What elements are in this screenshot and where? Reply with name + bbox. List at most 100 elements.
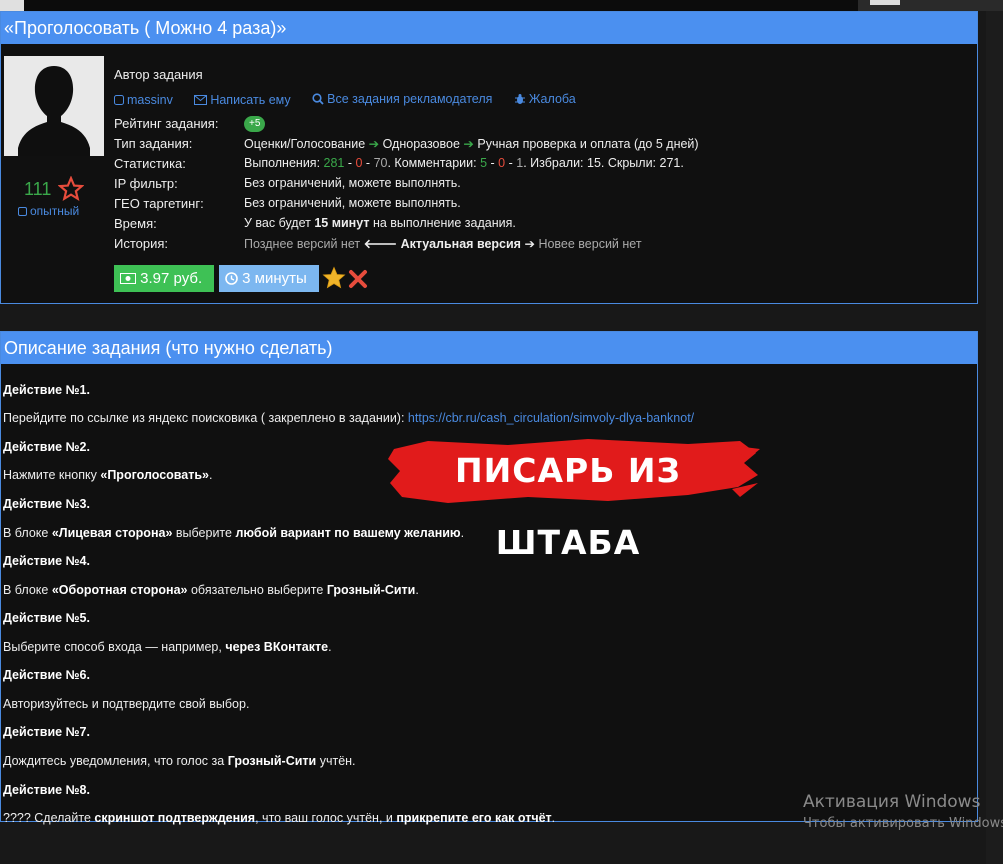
type-part-check: Ручная проверка и оплата (до 5 дней) [477, 137, 699, 151]
step-5-title: Действие №5. [3, 611, 90, 625]
step-5-pre: Выберите способ входа — например, [3, 640, 222, 654]
time-suffix: на выполнение задания. [372, 216, 516, 230]
step-1-text: Перейдите по ссылке из яндекс поисковика… [3, 411, 694, 425]
activation-title: Активация Windows [803, 792, 981, 812]
time-label: Время: [114, 216, 157, 231]
history-newer: Новее версий нет [538, 237, 642, 251]
rating-label: Рейтинг задания: [114, 116, 219, 131]
activation-subtitle: Чтобы активировать Windows [803, 816, 1003, 831]
search-icon [312, 93, 324, 105]
step-7-bold: Грозный-Сити [227, 754, 317, 768]
arrow-right-icon: ➔ [463, 137, 474, 151]
stats-done-prefix: Выполнения: [244, 156, 321, 170]
step-4-mid: обязательно выберите [190, 583, 324, 597]
windows-activation-notice: Активация Windows Чтобы активировать Win… [803, 792, 1003, 831]
step-2-text: Нажмите кнопку «Проголосовать». [3, 468, 213, 482]
author-level[interactable]: опытный [18, 204, 79, 218]
all-tasks-link[interactable]: Все задания рекламодателя [312, 92, 501, 106]
step-2-bold: «Проголосовать» [100, 468, 210, 482]
step-2-pre: Нажмите кнопку [3, 468, 97, 482]
step-3-text: В блоке «Лицевая сторона» выберите любой… [3, 526, 464, 540]
step-7-pre: Дождитесь уведомления, что голос за [3, 754, 225, 768]
watermark-banner: ПИСАРЬ ИЗ ШТАБА [388, 435, 760, 562]
step-4-title: Действие №4. [3, 554, 90, 568]
watermark-text: ПИСАРЬ ИЗ ШТАБА [455, 451, 681, 562]
step-8-mid: , что ваш голос учтён, и [255, 811, 393, 825]
type-part-frequency: Одноразовое [382, 137, 460, 151]
cbr-link[interactable]: https://cbr.ru/cash_circulation/simvoly-… [408, 411, 694, 425]
step-3-bold-1: «Лицевая сторона» [51, 526, 173, 540]
square-icon [114, 95, 124, 105]
stats-label: Статистика: [114, 156, 186, 171]
step-7-text: Дождитесь уведомления, что голос за Гроз… [3, 754, 356, 768]
history-value: Позднее версий нет 🡐 Актуальная версия ➔… [244, 236, 642, 252]
arrow-right-icon: ➔ [524, 237, 535, 251]
step-4-post: . [415, 583, 419, 597]
step-3-title: Действие №3. [3, 497, 90, 511]
step-3-pre: В блоке [3, 526, 49, 540]
geo-value: Без ограничений, можете выполнять. [244, 196, 461, 210]
arrow-left-icon: 🡐 [363, 237, 398, 251]
user-silhouette-icon [4, 56, 104, 156]
step-3-post: . [460, 526, 465, 540]
task-panel: «Проголосовать ( Можно 4 раза)» 111 опыт… [0, 11, 978, 304]
task-title: «Проголосовать ( Можно 4 раза)» [1, 12, 977, 44]
bug-icon [514, 94, 525, 104]
page-gutter [986, 11, 1003, 864]
browser-top-strip [0, 0, 1003, 11]
price-button[interactable]: 3.97 руб. [114, 265, 214, 292]
ip-filter-label: IP фильтр: [114, 176, 178, 191]
author-name-link[interactable]: massinv [114, 93, 182, 107]
step-6-text: Авторизуйтесь и подтвердите свой выбор. [3, 697, 250, 711]
time-value: У вас будет 15 минут на выполнение задан… [244, 216, 516, 230]
complaint-label: Жалоба [528, 92, 576, 106]
stats-suffix: . Избрали: 15. Скрыли: 271. [523, 156, 684, 170]
write-message-link[interactable]: Написать ему [194, 93, 299, 107]
history-label: История: [114, 236, 169, 251]
author-links: massinv Написать ему Все задания рекламо… [114, 92, 594, 108]
type-value: Оценки/Голосование ➔ Одноразовое ➔ Ручна… [244, 136, 699, 151]
step-8-post: . [551, 811, 556, 825]
stats-value: Выполнения: 281 - 0 - 70. Комментарии: 5… [244, 156, 684, 170]
step-8-title: Действие №8. [3, 783, 90, 797]
write-message-label: Написать ему [210, 93, 291, 107]
step-5-bold: через ВКонтакте [225, 640, 329, 654]
type-part-category: Оценки/Голосование [244, 137, 366, 151]
price-label: 3.97 руб. [140, 270, 203, 287]
stats-done-ok: 281 [323, 156, 345, 170]
step-4-text: В блоке «Оборотная сторона» обязательно … [3, 583, 419, 597]
author-avatar[interactable] [4, 56, 104, 156]
history-older: Позднее версий нет [244, 237, 361, 251]
rating-badge: +5 [244, 116, 266, 132]
envelope-icon [194, 95, 208, 105]
money-icon [120, 273, 136, 284]
step-4-bold-2: Грозный-Сити [326, 583, 416, 597]
step-2-title: Действие №2. [3, 440, 90, 454]
top-strip-chip [870, 0, 900, 5]
stats-comments-prefix: . Комментарии: [387, 156, 477, 170]
level-box-icon [18, 207, 27, 216]
geo-label: ГЕО таргетинг: [114, 196, 204, 211]
step-8-text: ???? Сделайте скриншот подтверждения, чт… [3, 811, 555, 825]
time-amount: 15 минут [314, 216, 370, 230]
step-1-title: Действие №1. [3, 383, 90, 397]
star-outline-icon [58, 176, 84, 202]
hide-close-icon[interactable] [348, 269, 368, 289]
clock-icon [225, 272, 238, 285]
step-8-bold-2: прикрепите его как отчёт [396, 811, 552, 825]
history-current[interactable]: Актуальная версия [401, 237, 521, 251]
step-5-post: . [328, 640, 332, 654]
duration-button[interactable]: 3 минуты [219, 265, 319, 292]
duration-label: 3 минуты [242, 270, 307, 287]
stats-done-pending: 70 [373, 156, 388, 170]
author-level-label: опытный [30, 204, 80, 218]
step-7-post: учтён. [319, 754, 356, 768]
step-1-body: Перейдите по ссылке из яндекс поисковика… [3, 411, 405, 425]
step-7-title: Действие №7. [3, 725, 90, 739]
favorite-star-icon[interactable] [322, 266, 346, 290]
ip-filter-value: Без ограничений, можете выполнять. [244, 176, 461, 190]
complaint-link[interactable]: Жалоба [514, 92, 585, 106]
author-name: massinv [127, 93, 173, 107]
description-title: Описание задания (что нужно сделать) [1, 332, 977, 364]
step-4-pre: В блоке [3, 583, 49, 597]
